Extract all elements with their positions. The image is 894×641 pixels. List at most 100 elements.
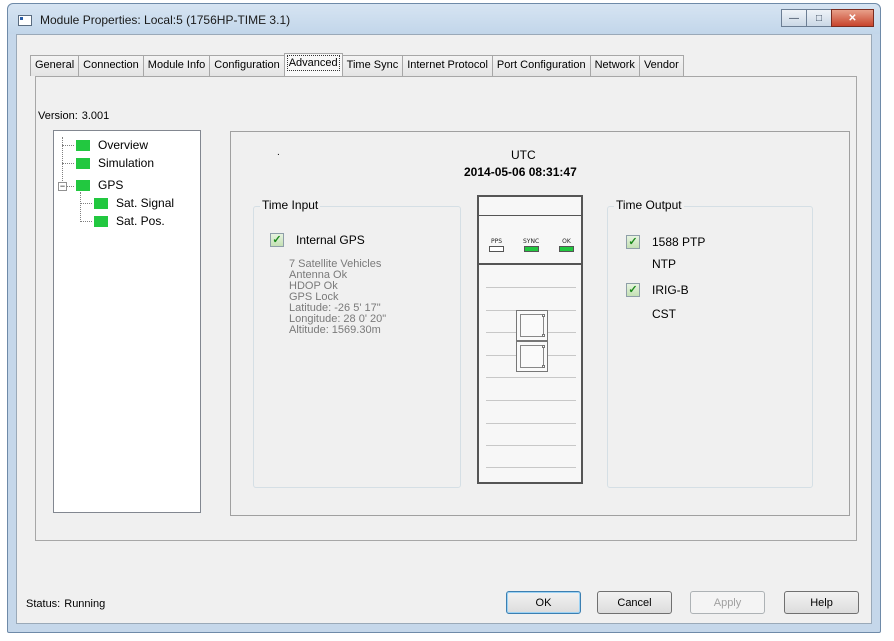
tree-connector (80, 192, 81, 222)
output-cst: CST (652, 307, 676, 321)
node-icon (76, 157, 90, 169)
tab-strip: General Connection Module Info Configura… (30, 53, 684, 78)
tab-advanced[interactable]: Advanced (283, 53, 343, 76)
ok-button[interactable]: OK (506, 591, 581, 614)
tree-item-label: Overview (98, 138, 149, 152)
tab-label: Vendor (643, 59, 679, 71)
device-diagram: PPS SYNC OK (477, 195, 583, 484)
led-label: SYNC (523, 238, 540, 245)
tree-item-label: Simulation (98, 156, 155, 170)
tree-item-gps[interactable]: GPS (76, 177, 123, 193)
button-label: OK (535, 596, 552, 609)
utc-label: UTC (511, 148, 536, 162)
tab-vendor[interactable]: Vendor (638, 55, 684, 76)
help-button[interactable]: Help (784, 591, 859, 614)
slot-line (486, 467, 576, 468)
tab-label: Port Configuration (496, 59, 586, 71)
collapse-icon[interactable]: − (58, 182, 67, 191)
utc-time: 2014-05-06 08:31:47 (464, 165, 577, 179)
tab-label: General (35, 59, 75, 71)
button-label: Help (810, 596, 833, 609)
led-pps: PPS (489, 238, 504, 252)
tree-connector (67, 186, 74, 187)
status-label: Status: (26, 598, 61, 610)
tab-label: Network (594, 59, 635, 71)
time-output-title: Time Output (614, 198, 684, 212)
output-label: CST (652, 307, 676, 321)
tab-label: Configuration (214, 59, 280, 71)
led-label: OK (562, 238, 571, 245)
output-ntp: NTP (652, 257, 676, 271)
tab-general[interactable]: General (30, 55, 80, 76)
tree-item-sat-signal[interactable]: Sat. Signal (94, 195, 174, 211)
version-text: Version: 3.001 (38, 110, 109, 122)
tab-module-info[interactable]: Module Info (142, 55, 211, 76)
tab-connection[interactable]: Connection (78, 55, 144, 76)
tab-label: Time Sync (346, 59, 399, 71)
tree-item-label: Sat. Signal (116, 196, 175, 210)
status-dot: . (277, 147, 280, 158)
device-top (479, 197, 581, 216)
title-bar[interactable]: Module Properties: Local:5 (1756HP-TIME … (8, 4, 880, 34)
tree-item-overview[interactable]: Overview (76, 137, 148, 153)
tab-configuration[interactable]: Configuration (209, 55, 285, 76)
output-label: IRIG-B (652, 283, 689, 297)
network-port (516, 310, 548, 341)
led-label: PPS (490, 238, 503, 245)
tree-item-sat-pos[interactable]: Sat. Pos. (94, 213, 165, 229)
network-port (516, 341, 548, 372)
node-icon (94, 197, 108, 209)
led-indicator (489, 246, 504, 252)
minimize-icon[interactable]: — (781, 9, 807, 27)
tree-item-label: Sat. Pos. (116, 214, 165, 228)
time-input-group: Time Input ✓ Internal GPS 7 Satellite Ve… (253, 198, 461, 488)
tab-label: Connection (83, 59, 139, 71)
port-pin (542, 345, 545, 348)
output-irig-b: ✓ IRIG-B (626, 283, 689, 297)
tree-connector (62, 145, 74, 146)
time-input-title: Time Input (260, 198, 321, 212)
led-indicator (523, 246, 539, 252)
tree-connector (80, 203, 92, 204)
tab-label: Advanced (286, 55, 340, 71)
check-icon: ✓ (626, 235, 640, 249)
check-icon: ✓ (270, 233, 284, 247)
led-panel: PPS SYNC OK (479, 216, 581, 265)
version-value: 3.001 (81, 110, 110, 122)
tree-item-simulation[interactable]: Simulation (76, 155, 154, 171)
node-icon (94, 215, 108, 227)
gps-details: 7 Satellite Vehicles Antenna Ok HDOP Ok … (289, 259, 386, 336)
output-ptp: ✓ 1588 PTP (626, 235, 705, 249)
button-label: Cancel (617, 596, 652, 609)
slot-line (486, 287, 576, 288)
window-controls: — □ ✕ (781, 9, 874, 27)
check-icon: ✓ (626, 283, 640, 297)
port-pin (542, 314, 545, 317)
button-label: Apply (713, 596, 742, 609)
apply-button[interactable]: Apply (690, 591, 765, 614)
cancel-button[interactable]: Cancel (597, 591, 672, 614)
tab-label: Internet Protocol (407, 59, 488, 71)
window-icon (18, 15, 32, 26)
tab-network[interactable]: Network (589, 55, 640, 76)
time-output-group: Time Output ✓ 1588 PTP NTP ✓ IRIG-B CST (607, 198, 813, 488)
led-indicator (559, 246, 574, 252)
port-socket (520, 314, 544, 337)
tree-connector (80, 221, 92, 222)
slot-line (486, 377, 576, 378)
port-pin (542, 334, 545, 337)
version-label: Version: (38, 110, 78, 122)
tab-internet-protocol[interactable]: Internet Protocol (402, 55, 493, 76)
tab-time-sync[interactable]: Time Sync (341, 55, 404, 76)
tab-port-configuration[interactable]: Port Configuration (491, 55, 591, 76)
internal-gps-row: ✓ Internal GPS (270, 233, 365, 247)
port-socket (520, 345, 544, 368)
status-value: Running (64, 598, 106, 610)
close-icon[interactable]: ✕ (831, 9, 874, 27)
overview-panel: . UTC 2014-05-06 08:31:47 Time Input ✓ I… (230, 131, 850, 516)
navigation-tree: − Overview Simulation GPS Sat. Signal Sa… (53, 130, 201, 513)
tab-label: Module Info (147, 59, 206, 71)
tree-connector (62, 163, 74, 164)
maximize-icon[interactable]: □ (806, 9, 832, 27)
tree-item-label: GPS (98, 178, 124, 192)
